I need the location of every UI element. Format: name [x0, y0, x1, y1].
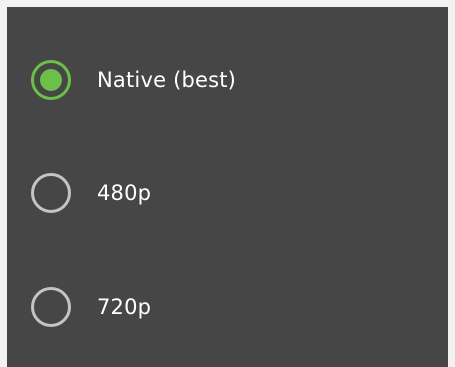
option-label-native-best: Native (best) — [97, 68, 237, 92]
option-480p[interactable]: 480p — [31, 170, 391, 216]
quality-options-panel: Native (best) 480p 720p — [7, 7, 448, 367]
option-720p[interactable]: 720p — [31, 284, 391, 330]
radio-ring — [31, 173, 71, 213]
radio-selected-dot — [40, 69, 62, 91]
radio-720p[interactable] — [31, 287, 71, 327]
option-label-720p: 720p — [97, 295, 152, 319]
radio-ring — [31, 287, 71, 327]
radio-480p[interactable] — [31, 173, 71, 213]
option-native-best[interactable]: Native (best) — [31, 57, 391, 103]
option-label-480p: 480p — [97, 181, 152, 205]
radio-native-best[interactable] — [31, 60, 71, 100]
